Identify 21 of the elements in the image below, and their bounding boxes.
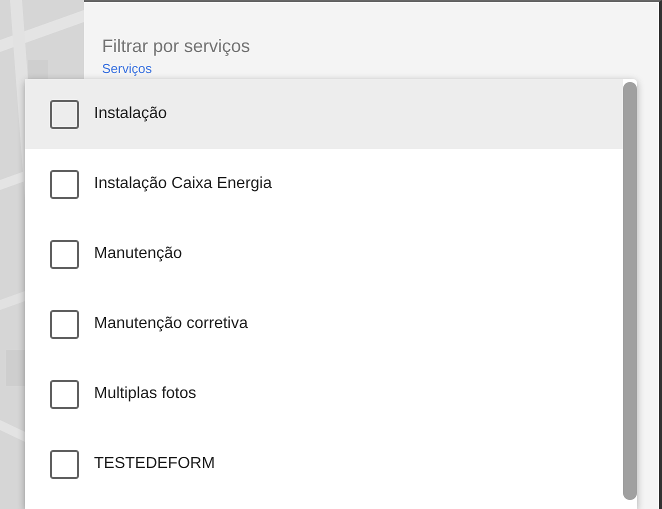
dropdown-option[interactable]: TESTEDEFORM	[25, 429, 623, 499]
option-label: Instalação Caixa Energia	[94, 175, 272, 193]
checkbox[interactable]	[50, 100, 79, 128]
option-label: Manutenção corretiva	[94, 315, 248, 333]
option-label: Instalação	[94, 105, 167, 123]
checkbox[interactable]	[50, 170, 79, 198]
dropdown-option[interactable]: Instalação Caixa Energia	[25, 149, 623, 219]
scrollbar-thumb[interactable]	[623, 82, 637, 500]
checkbox[interactable]	[50, 380, 79, 408]
dropdown-option[interactable]: Instalação	[25, 79, 623, 149]
field-label: Serviços	[102, 61, 153, 77]
option-label: TESTEDEFORM	[94, 455, 215, 473]
checkbox[interactable]	[50, 240, 79, 268]
dropdown-option[interactable]: Multiplas fotos	[25, 359, 623, 429]
dropdown-option[interactable]: Manutenção	[25, 219, 623, 289]
checkbox[interactable]	[50, 310, 79, 338]
checkbox[interactable]	[50, 450, 79, 478]
panel-title: Filtrar por serviços	[102, 35, 252, 58]
option-label: Manutenção	[94, 245, 182, 263]
dropdown-option[interactable]: Manutenção corretiva	[25, 289, 623, 359]
option-label: Multiplas fotos	[94, 385, 196, 403]
